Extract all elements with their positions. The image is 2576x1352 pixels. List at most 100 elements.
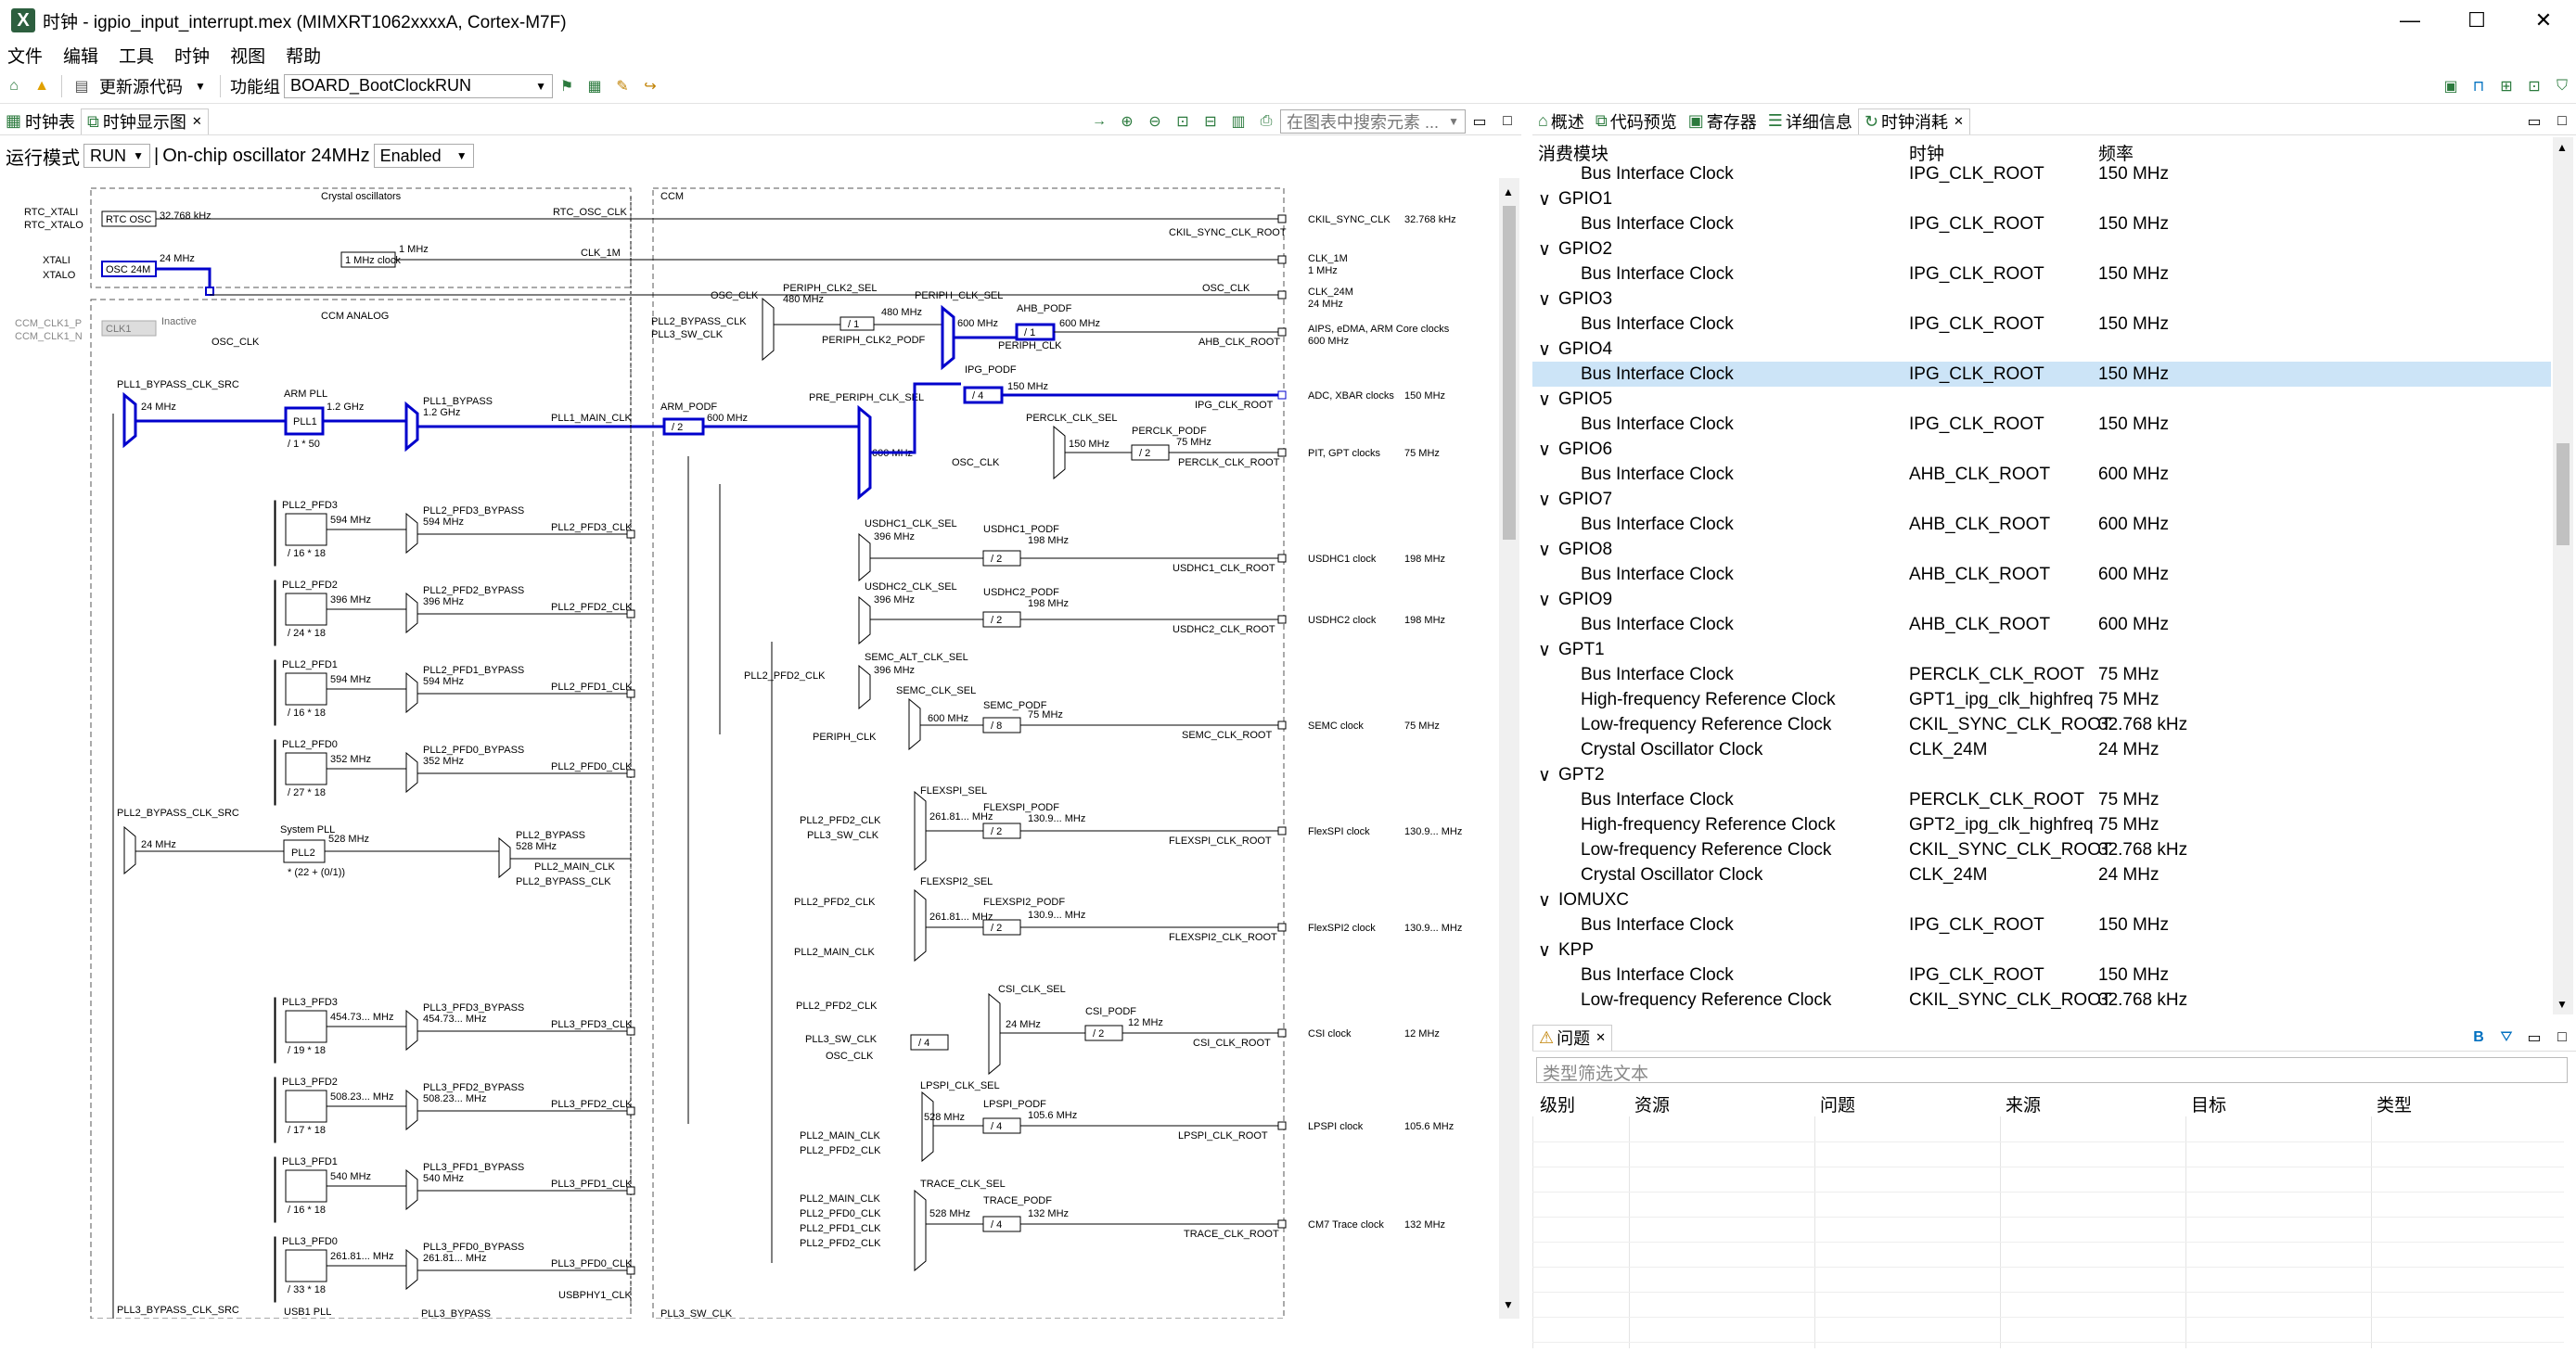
col-source[interactable]: 来源 bbox=[2006, 1091, 2041, 1116]
peripherals-perspective-icon[interactable]: ⊡ bbox=[2525, 77, 2544, 96]
consumer-group-row[interactable]: ∨ GPIO5 bbox=[1532, 387, 2551, 412]
consumer-group-row[interactable]: ∨ KPP bbox=[1532, 937, 2551, 963]
chevron-down-icon[interactable]: ▼ bbox=[191, 77, 210, 96]
semc-alt-mux[interactable] bbox=[858, 664, 871, 710]
clock-perspective-icon[interactable]: ⊓ bbox=[2469, 77, 2488, 96]
tab-clock-consumers[interactable]: ↻ 时钟消耗 ✕ bbox=[1857, 108, 1970, 134]
chevron-down-icon[interactable]: ∨ bbox=[1538, 289, 1551, 311]
usdhc2-mux[interactable] bbox=[858, 595, 871, 645]
pll3-pfd-node-3[interactable] bbox=[626, 1266, 635, 1275]
pll2-pfd-block-2[interactable] bbox=[285, 672, 327, 706]
warning-icon[interactable]: ▲ bbox=[32, 77, 51, 96]
pll2-pfd-frame-0[interactable] bbox=[274, 500, 276, 567]
close-button[interactable]: ✕ bbox=[2508, 0, 2576, 41]
consumer-group-row[interactable]: ∨ GPIO8 bbox=[1532, 537, 2551, 562]
menu-file[interactable]: 文件 bbox=[7, 43, 43, 68]
osc-enable-select[interactable]: Enabled ▼ bbox=[373, 144, 474, 168]
menu-clocks[interactable]: 时钟 bbox=[174, 43, 210, 68]
consumer-row[interactable]: Bus Interface Clock IPG_CLK_ROOT 150 MHz bbox=[1532, 412, 2551, 437]
pll3-pfd-frame-2[interactable] bbox=[274, 1156, 276, 1223]
pll2-pfd-block-0[interactable] bbox=[285, 513, 327, 546]
consumer-row[interactable]: Bus Interface Clock AHB_CLK_ROOT 600 MHz bbox=[1532, 462, 2551, 487]
perclk-sel-mux[interactable] bbox=[1053, 425, 1066, 480]
fit-icon[interactable]: ⊡ bbox=[1173, 112, 1192, 131]
output-terminal-6[interactable] bbox=[1277, 554, 1287, 563]
close-icon[interactable]: ✕ bbox=[1596, 1030, 1606, 1045]
print-icon[interactable]: ⎙ bbox=[1257, 112, 1275, 131]
pll3-pfd-node-0[interactable] bbox=[626, 1027, 635, 1036]
chevron-down-icon[interactable]: ∨ bbox=[1538, 640, 1551, 661]
trace-mux[interactable] bbox=[914, 1189, 927, 1272]
chevron-down-icon[interactable]: ∨ bbox=[1538, 590, 1551, 611]
consumer-group-row[interactable]: ∨ GPIO4 bbox=[1532, 337, 2551, 362]
pll2-pfd-frame-3[interactable] bbox=[274, 739, 276, 806]
pll2-bypass-src-mux[interactable] bbox=[123, 825, 136, 875]
tab-registers[interactable]: ▣ 寄存器 bbox=[1683, 108, 1762, 134]
consumer-row[interactable]: Crystal Oscillator Clock CLK_24M 24 MHz bbox=[1532, 862, 2551, 887]
pll3-pfd-mux-1[interactable] bbox=[405, 1089, 418, 1131]
pll3-pfd-frame-3[interactable] bbox=[274, 1236, 276, 1303]
output-terminal-0[interactable] bbox=[1277, 214, 1287, 223]
update-code-button[interactable]: 更新源代码 bbox=[99, 74, 183, 98]
arrow-right-icon[interactable]: → bbox=[1090, 112, 1109, 131]
maximize-view-icon[interactable]: □ bbox=[2553, 112, 2571, 131]
output-terminal-13[interactable] bbox=[1277, 1219, 1287, 1229]
maximize-view-icon[interactable]: □ bbox=[2553, 1028, 2571, 1047]
menu-edit[interactable]: 编辑 bbox=[63, 43, 98, 68]
pll3-pfd-mux-2[interactable] bbox=[405, 1168, 418, 1211]
consumer-row[interactable]: Crystal Oscillator Clock CLK_24M 24 MHz bbox=[1532, 737, 2551, 762]
layout-icon[interactable]: ▥ bbox=[1229, 112, 1248, 131]
consumer-row[interactable]: Bus Interface Clock IPG_CLK_ROOT 150 MHz bbox=[1532, 261, 2551, 287]
pll3-pfd-block-0[interactable] bbox=[285, 1010, 327, 1043]
chevron-down-icon[interactable]: ∨ bbox=[1538, 540, 1551, 561]
usdhc1-mux[interactable] bbox=[858, 532, 871, 582]
pll2-pfd-frame-2[interactable] bbox=[274, 659, 276, 726]
pll2-pfd-mux-1[interactable] bbox=[405, 592, 418, 634]
col-target[interactable]: 目标 bbox=[2191, 1091, 2226, 1116]
consumer-row[interactable]: Bus Interface Clock IPG_CLK_ROOT 150 MHz bbox=[1532, 312, 2551, 337]
function-group-select[interactable]: BOARD_BootClockRUN ▼ bbox=[284, 73, 553, 98]
pll3-pfd-block-3[interactable] bbox=[285, 1249, 327, 1282]
output-terminal-2[interactable] bbox=[1277, 290, 1287, 300]
pll1-bypass-mux[interactable] bbox=[404, 401, 419, 453]
consumer-group-row[interactable]: ∨ GPIO1 bbox=[1532, 186, 2551, 211]
chevron-down-icon[interactable]: ∨ bbox=[1538, 940, 1551, 962]
pll2-pfd-node-2[interactable] bbox=[626, 689, 635, 698]
consumer-row[interactable]: Bus Interface Clock AHB_CLK_ROOT 600 MHz bbox=[1532, 512, 2551, 537]
close-icon[interactable]: ✕ bbox=[1954, 114, 1964, 129]
consumer-row[interactable]: Bus Interface Clock AHB_CLK_ROOT 600 MHz bbox=[1532, 562, 2551, 587]
pll3-pfd-block-2[interactable] bbox=[285, 1169, 327, 1203]
pll3-pfd-frame-1[interactable] bbox=[274, 1077, 276, 1143]
bold-icon[interactable]: B bbox=[2469, 1028, 2488, 1047]
minimize-view-icon[interactable]: ▭ bbox=[2525, 112, 2544, 131]
consumer-group-row[interactable]: ∨ GPIO2 bbox=[1532, 236, 2551, 261]
consumer-row[interactable]: Bus Interface Clock IPG_CLK_ROOT 150 MHz bbox=[1532, 161, 2551, 186]
scroll-down-icon[interactable]: ▼ bbox=[2557, 998, 2568, 1011]
maximize-button[interactable]: ☐ bbox=[2441, 0, 2512, 41]
consumer-group-row[interactable]: ∨ GPIO6 bbox=[1532, 437, 2551, 462]
zoom-in-icon[interactable]: ⊕ bbox=[1118, 112, 1136, 131]
col-problem[interactable]: 问题 bbox=[1820, 1091, 1855, 1116]
pll2-pfd-node-1[interactable] bbox=[626, 609, 635, 619]
scroll-up-icon[interactable]: ▲ bbox=[1503, 185, 1514, 198]
pll3-pfd-node-1[interactable] bbox=[626, 1106, 635, 1116]
pll2-pfd-mux-0[interactable] bbox=[405, 512, 418, 555]
consumer-row[interactable]: Bus Interface Clock PERCLK_CLK_ROOT 75 MHz bbox=[1532, 787, 2551, 812]
table-icon[interactable]: ▦ bbox=[585, 77, 604, 96]
consumer-row[interactable]: Bus Interface Clock AHB_CLK_ROOT 600 MHz bbox=[1532, 612, 2551, 637]
pll2-pfd-mux-2[interactable] bbox=[405, 671, 418, 714]
menu-help[interactable]: 帮助 bbox=[286, 43, 321, 68]
minimize-view-icon[interactable]: ▭ bbox=[1470, 112, 1489, 131]
consumer-group-row[interactable]: ∨ GPT2 bbox=[1532, 762, 2551, 787]
consumer-row[interactable]: Low-frequency Reference Clock CKIL_SYNC_C… bbox=[1532, 712, 2551, 737]
diagram-search-input[interactable]: 在图表中搜索元素 ... ▼ bbox=[1280, 108, 1466, 134]
consumer-row[interactable]: Bus Interface Clock PERCLK_CLK_ROOT 75 MHz bbox=[1532, 662, 2551, 687]
col-resource[interactable]: 资源 bbox=[1634, 1091, 1670, 1116]
consumer-row[interactable]: High-frequency Reference Clock GPT2_ipg_c… bbox=[1532, 812, 2551, 837]
output-terminal-5[interactable] bbox=[1277, 448, 1287, 457]
output-terminal-3[interactable] bbox=[1277, 327, 1287, 337]
output-terminal-7[interactable] bbox=[1277, 615, 1287, 624]
pll2-pfd-frame-1[interactable] bbox=[274, 580, 276, 646]
tab-overview[interactable]: ⌂ 概述 bbox=[1532, 108, 1590, 134]
consumer-row[interactable]: Bus Interface Clock IPG_CLK_ROOT 150 MHz bbox=[1532, 362, 2551, 387]
